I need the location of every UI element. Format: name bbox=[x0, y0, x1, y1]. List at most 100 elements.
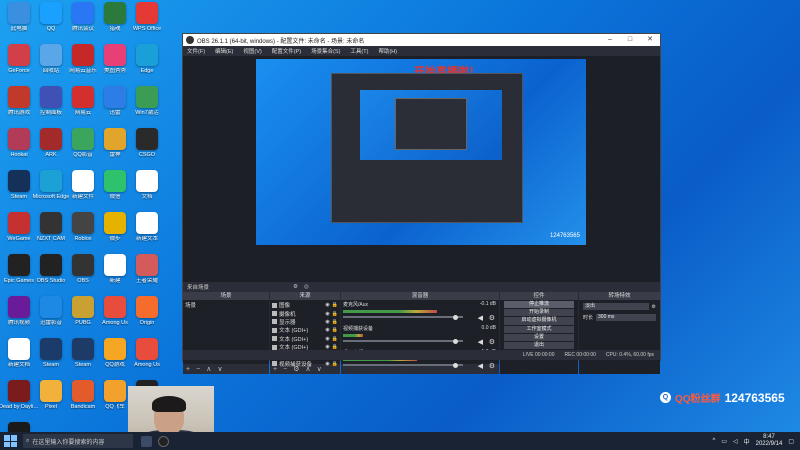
desktop-icon[interactable]: 雷神 bbox=[98, 128, 132, 168]
transition-select[interactable]: 淡出 bbox=[583, 303, 649, 310]
lock-icon[interactable]: 🔒 bbox=[332, 302, 338, 308]
eye-icon[interactable]: ◉ bbox=[325, 319, 329, 325]
gear-icon[interactable]: ⚙ bbox=[293, 365, 299, 373]
control-button[interactable]: 退出 bbox=[504, 341, 574, 350]
menu-item[interactable]: 编辑(E) bbox=[215, 47, 233, 55]
lock-icon[interactable]: 🔒 bbox=[332, 327, 338, 333]
slider-knob[interactable] bbox=[453, 314, 458, 320]
control-button[interactable]: 开始录制 bbox=[504, 309, 574, 317]
down-icon[interactable]: ∨ bbox=[217, 365, 222, 373]
volume-icon[interactable]: ◁ bbox=[733, 438, 738, 445]
up-icon[interactable]: ∧ bbox=[305, 365, 310, 373]
desktop-icon[interactable]: 猎魂 bbox=[98, 2, 132, 42]
desktop-icon[interactable]: QQ飞车 bbox=[98, 380, 132, 420]
desktop-icon[interactable]: 网易云 bbox=[66, 86, 100, 126]
desktop-icon[interactable]: 此电脑 bbox=[2, 2, 36, 42]
desktop-icon[interactable]: 新建 bbox=[98, 254, 132, 294]
desktop-icon[interactable]: Steam bbox=[34, 338, 68, 378]
desktop-icon[interactable]: Among Us bbox=[130, 338, 164, 378]
desktop-icon[interactable]: Honkai bbox=[2, 128, 36, 168]
desktop-icon[interactable]: Epic Games bbox=[2, 254, 36, 294]
desktop-icon[interactable]: Steam bbox=[66, 338, 100, 378]
ime-icon[interactable]: 中 bbox=[744, 437, 750, 446]
lock-icon[interactable]: 🔒 bbox=[332, 319, 338, 325]
clock[interactable]: 8:47 2022/9/14 bbox=[756, 434, 783, 448]
desktop-icon[interactable]: ARK bbox=[34, 128, 68, 168]
task-view-icon[interactable] bbox=[141, 435, 152, 447]
desktop-icon[interactable]: GeForce bbox=[2, 44, 36, 84]
desktop-icon[interactable]: 微步 bbox=[98, 212, 132, 252]
eye-icon[interactable]: ◉ bbox=[325, 336, 329, 342]
desktop-icon[interactable]: OBS bbox=[66, 254, 100, 294]
up-icon[interactable]: ∧ bbox=[206, 365, 211, 373]
control-button[interactable]: 设置 bbox=[504, 333, 574, 341]
desktop-icon[interactable]: WeGame bbox=[2, 212, 36, 252]
volume-slider[interactable] bbox=[343, 314, 463, 320]
desktop-icon[interactable]: WPS Office bbox=[130, 2, 164, 42]
desktop-icon[interactable]: Origin bbox=[130, 296, 164, 336]
menu-item[interactable]: 文件(F) bbox=[187, 47, 205, 55]
control-button[interactable]: 启动虚拟摄像机 bbox=[504, 317, 574, 325]
source-item[interactable]: 文本 (GDI+) ◉🔒 bbox=[272, 335, 338, 343]
source-item[interactable]: 文本 (GDI+) ◉🔒 bbox=[272, 326, 338, 334]
desktop-icon[interactable]: 腾讯视频 bbox=[2, 296, 36, 336]
desktop-icon[interactable]: Roblox bbox=[66, 212, 100, 252]
desktop-icon[interactable]: QQ游戏 bbox=[98, 338, 132, 378]
gear-icon[interactable]: ⚙ bbox=[489, 338, 495, 346]
notification-icon[interactable]: ▢ bbox=[788, 438, 794, 445]
desktop-icon[interactable]: Among Us bbox=[98, 296, 132, 336]
down-icon[interactable]: ∨ bbox=[317, 365, 322, 373]
gear-icon[interactable]: ⚙ bbox=[293, 284, 298, 290]
eye-icon[interactable]: ◉ bbox=[325, 302, 329, 308]
slider-knob[interactable] bbox=[453, 338, 458, 344]
desktop-icon[interactable]: 回收站 bbox=[34, 44, 68, 84]
desktop-icon[interactable]: 迅雷 bbox=[98, 86, 132, 126]
search-box[interactable]: ⌕ 在这里输入你要搜索的内容 bbox=[23, 434, 133, 448]
remove-icon[interactable]: − bbox=[196, 366, 200, 373]
desktop-icon[interactable]: QQ bbox=[34, 2, 68, 42]
maximize-icon[interactable]: □ bbox=[620, 34, 640, 46]
desktop-icon[interactable]: 新建文件 bbox=[66, 170, 100, 210]
speaker-icon[interactable]: ◀ bbox=[478, 314, 483, 322]
desktop-icon[interactable]: OBS Studio bbox=[34, 254, 68, 294]
desktop-icon[interactable]: 腾讯会议 bbox=[66, 2, 100, 42]
preview-canvas[interactable]: 开始直播啦！ 124763565 bbox=[256, 59, 586, 245]
lock-icon[interactable]: 🔒 bbox=[332, 336, 338, 342]
menu-item[interactable]: 帮助(H) bbox=[378, 47, 397, 55]
desktop-icon[interactable]: QQ影音 bbox=[66, 128, 100, 168]
network-icon[interactable]: ▭ bbox=[721, 438, 727, 445]
add-icon[interactable]: + bbox=[273, 366, 277, 373]
gear-icon[interactable]: ⚙ bbox=[489, 314, 495, 322]
remove-icon[interactable]: − bbox=[283, 366, 287, 373]
desktop-icon[interactable]: 美图秀秀 bbox=[98, 44, 132, 84]
desktop-icon[interactable]: Edge bbox=[130, 44, 164, 84]
volume-slider[interactable] bbox=[343, 338, 463, 344]
gear-icon[interactable]: ⚙ bbox=[489, 362, 495, 370]
source-item[interactable]: 图像 ◉ 🔒 bbox=[272, 301, 338, 309]
slider-knob[interactable] bbox=[453, 362, 458, 368]
menu-item[interactable]: 视图(V) bbox=[243, 47, 261, 55]
obs-titlebar[interactable]: OBS 26.1.1 (64-bit, windows) - 配置文件: 未命名… bbox=[183, 34, 660, 46]
close-icon[interactable]: ✕ bbox=[640, 34, 660, 46]
minimize-icon[interactable]: – bbox=[600, 34, 620, 46]
gear-icon[interactable]: ⚙ bbox=[652, 304, 656, 310]
eye-icon[interactable]: ◉ bbox=[325, 327, 329, 333]
desktop-icon[interactable]: 控制面板 bbox=[34, 86, 68, 126]
source-item[interactable]: 摄像机 ◉ 🔒 bbox=[272, 309, 338, 318]
desktop-icon[interactable]: NZXT CAM bbox=[34, 212, 68, 252]
desktop-icon[interactable]: 腾讯游戏 bbox=[2, 86, 36, 126]
source-item[interactable]: 显示器 ◉ 🔒 bbox=[272, 318, 338, 326]
desktop-icon[interactable]: 微信 bbox=[98, 170, 132, 210]
desktop-icon[interactable]: Pixel bbox=[34, 380, 68, 420]
filter-icon[interactable]: ◎ bbox=[304, 284, 309, 290]
desktop-icon[interactable]: 新建文档 bbox=[2, 338, 36, 378]
volume-slider[interactable] bbox=[343, 362, 463, 368]
desktop-icon[interactable]: Bandicam bbox=[66, 380, 100, 420]
desktop-icon[interactable]: Win7激活 bbox=[130, 86, 164, 126]
windows-start-icon[interactable] bbox=[3, 434, 17, 448]
desktop-icon[interactable]: CSGO bbox=[130, 128, 164, 168]
speaker-icon[interactable]: ◀ bbox=[478, 338, 483, 346]
desktop-icon[interactable]: PUBG bbox=[66, 296, 100, 336]
eye-icon[interactable]: ◉ bbox=[325, 311, 329, 317]
desktop-icon[interactable]: 新建文本 bbox=[130, 212, 164, 252]
